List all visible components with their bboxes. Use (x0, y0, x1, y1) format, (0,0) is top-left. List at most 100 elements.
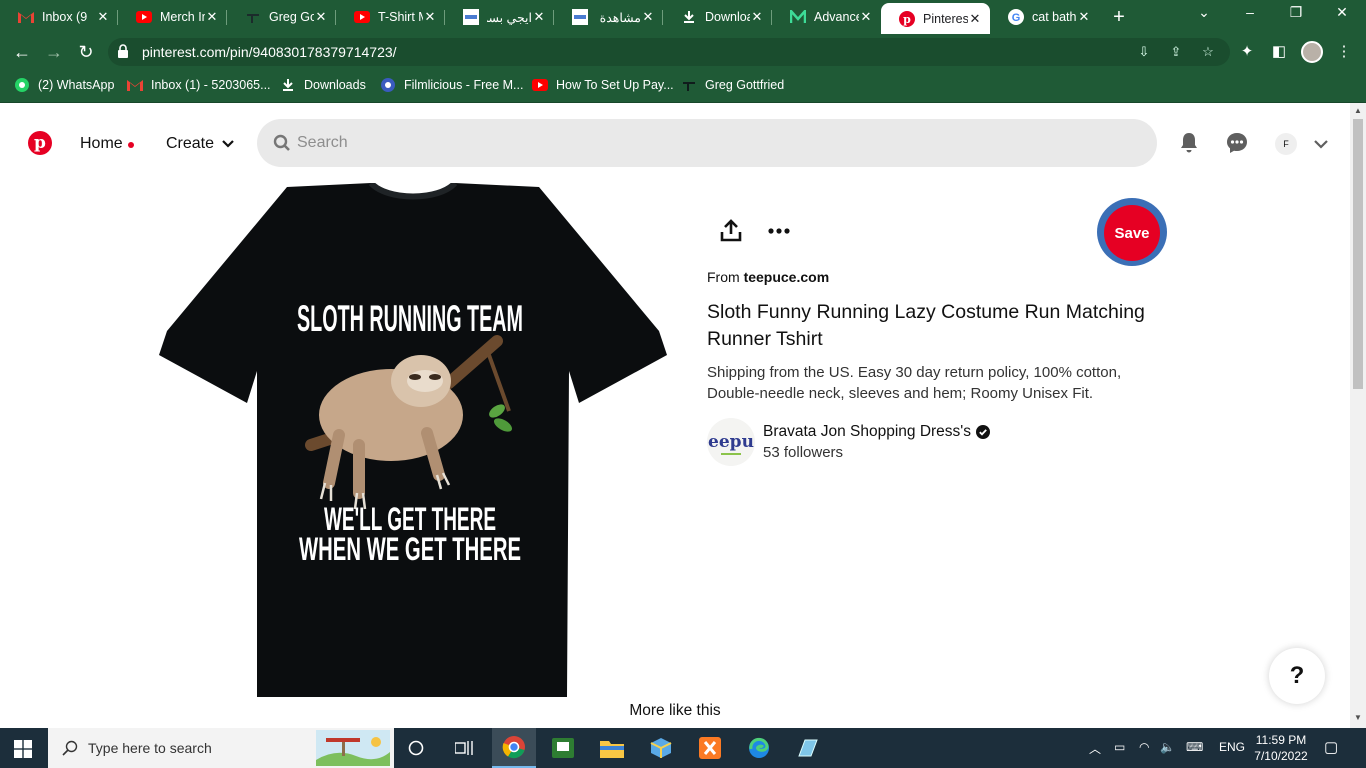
volume-icon[interactable]: 🔈 (1160, 740, 1175, 754)
reload-button[interactable]: ↻ (74, 40, 98, 64)
tab-tshirt[interactable]: T-Shirt M ✕ (336, 3, 445, 31)
gmail-icon (127, 77, 143, 93)
extensions-icon[interactable]: ✦ (1237, 42, 1257, 62)
new-tab-button[interactable]: + (1108, 6, 1130, 29)
share-page-icon[interactable]: ⇪ (1167, 43, 1185, 61)
taskbar-search[interactable]: Type here to search (48, 728, 394, 768)
from-label: From (707, 269, 740, 285)
forward-button[interactable]: → (42, 40, 66, 64)
tab-egybest[interactable]: ايجي بست ✕ (445, 3, 554, 31)
close-icon[interactable]: ✕ (1077, 9, 1091, 25)
account-chevron-icon[interactable] (1312, 135, 1330, 153)
tab-title: Merch In (160, 10, 205, 24)
bookmark-inbox[interactable]: Inbox (1) - 5203065... (127, 77, 271, 93)
restore-button[interactable]: ❐ (1286, 4, 1306, 21)
search-bar[interactable] (257, 119, 1157, 167)
tab-downloads[interactable]: Downloa ✕ (663, 3, 772, 31)
install-icon[interactable]: ⇩ (1135, 43, 1153, 61)
back-button[interactable]: ← (10, 40, 34, 64)
m-icon (790, 9, 806, 25)
bookmark-filmlicious[interactable]: Filmlicious - Free M... (380, 77, 523, 93)
whatsapp-icon (14, 77, 30, 93)
keyboard-icon[interactable]: ⌨ (1186, 740, 1203, 754)
task-view-icon[interactable] (394, 728, 438, 768)
youtube-icon (532, 77, 548, 93)
bookmark-downloads[interactable]: Downloads (280, 77, 366, 93)
creator-name[interactable]: Bravata Jon Shopping Dress's (763, 423, 971, 441)
tab-greg[interactable]: Greg Go ✕ (227, 3, 336, 31)
notifications-bell-icon[interactable] (1177, 131, 1201, 155)
bookmark-whatsapp[interactable]: (2) WhatsApp (14, 77, 114, 93)
clock-date: 7/10/2022 (1254, 749, 1308, 763)
address-bar[interactable]: pinterest.com/pin/940830178379714723/ ⇩ … (108, 38, 1230, 66)
svg-text:G: G (1012, 12, 1021, 24)
tab-pinterest[interactable]: p Pinterest ✕ (881, 3, 990, 34)
close-icon[interactable]: ✕ (96, 9, 110, 25)
page-scrollbar[interactable]: ▲ ▼ (1350, 103, 1366, 728)
notification-center-icon[interactable]: ▢ (1324, 738, 1338, 756)
creator-avatar[interactable]: eepu (707, 418, 755, 466)
share-icon[interactable] (720, 219, 742, 243)
edge-icon[interactable] (737, 728, 781, 768)
windows-start-icon[interactable] (14, 740, 32, 758)
close-icon[interactable]: ✕ (532, 9, 546, 25)
messages-icon[interactable] (1225, 131, 1249, 155)
user-avatar[interactable]: F (1275, 133, 1297, 155)
close-icon[interactable]: ✕ (314, 9, 328, 25)
minimize-button[interactable]: – (1240, 4, 1260, 20)
bookmark-payment[interactable]: How To Set Up Pay... (532, 77, 674, 93)
download-icon (280, 77, 296, 93)
window-close-button[interactable]: ✕ (1332, 4, 1352, 21)
menu-kebab-icon[interactable]: ⋮ (1334, 42, 1354, 62)
close-icon[interactable]: ✕ (750, 9, 764, 25)
file-explorer-icon[interactable] (590, 728, 634, 768)
pin-description: Shipping from the US. Easy 30 day return… (707, 364, 1122, 402)
side-panel-icon[interactable]: ◧ (1269, 42, 1289, 62)
nav-home[interactable]: Home (80, 135, 123, 153)
save-button[interactable]: Save (1104, 205, 1160, 261)
pin-image[interactable]: SLOTH RUNNING TEAM WE'LL GET THERE WHEN … (159, 183, 667, 700)
close-icon[interactable]: ✕ (205, 9, 219, 25)
tab-google[interactable]: G cat bath ✕ (990, 3, 1099, 31)
tab-title: Advance (814, 10, 859, 24)
timeline-icon[interactable] (442, 728, 486, 768)
help-button[interactable]: ? (1269, 648, 1325, 704)
tab-advance[interactable]: Advance ✕ (772, 3, 881, 31)
wifi-icon[interactable]: ◠ (1139, 740, 1149, 754)
bookmark-greg[interactable]: Greg Gottfried (681, 77, 784, 93)
language-indicator[interactable]: ENG (1219, 740, 1245, 754)
3d-box-app-icon[interactable] (639, 728, 683, 768)
tray-chevron-icon[interactable]: ︿ (1089, 740, 1101, 757)
more-options-icon[interactable] (767, 227, 791, 235)
search-icon (62, 740, 78, 756)
more-like-this-heading: More like this (629, 702, 721, 719)
close-icon[interactable]: ✕ (423, 9, 437, 25)
tab-gmail[interactable]: Inbox (9 ✕ (0, 3, 118, 31)
notes-app-icon[interactable] (786, 728, 830, 768)
scroll-down-icon[interactable]: ▼ (1354, 713, 1362, 722)
chrome-taskbar-icon[interactable] (492, 728, 536, 768)
search-input[interactable] (297, 131, 1117, 155)
battery-icon[interactable]: ▭ (1114, 740, 1125, 754)
close-icon[interactable]: ✕ (641, 9, 655, 25)
tab-search-icon[interactable]: ⌄ (1194, 4, 1214, 21)
tab-title: cat bath (1032, 10, 1077, 24)
bookmark-star-icon[interactable]: ☆ (1199, 43, 1217, 61)
xampp-icon[interactable] (688, 728, 732, 768)
tab-title: مشاهدة (599, 10, 641, 25)
chevron-down-icon (222, 140, 234, 148)
nav-create[interactable]: Create (166, 135, 234, 153)
source-link[interactable]: teepuce.com (744, 269, 830, 285)
pinterest-logo[interactable]: p (28, 131, 52, 155)
scroll-thumb[interactable] (1353, 119, 1363, 389)
system-clock[interactable]: 11:59 PM 7/10/2022 (1250, 732, 1312, 764)
close-icon[interactable]: ✕ (859, 9, 873, 25)
greg-icon (681, 77, 697, 93)
tab-watch[interactable]: مشاهدة ✕ (554, 3, 663, 31)
profile-avatar[interactable] (1301, 41, 1323, 63)
tab-merch[interactable]: Merch In ✕ (118, 3, 227, 31)
presentation-app-icon[interactable] (541, 728, 585, 768)
svg-text:p: p (903, 13, 911, 26)
scroll-up-icon[interactable]: ▲ (1354, 106, 1362, 115)
close-icon[interactable]: ✕ (968, 11, 982, 27)
